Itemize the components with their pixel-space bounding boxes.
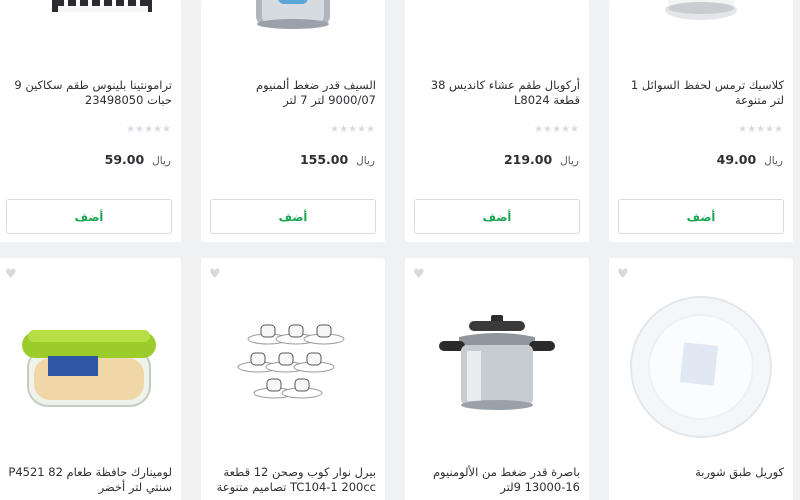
currency-label: ريال: [152, 155, 171, 167]
price-value: 155.00: [299, 152, 349, 167]
product-grid: كلاسيك ترمس لحفظ السوائل 1 لتر متنوعة ★★…: [0, 0, 800, 500]
product-title[interactable]: لومينارك حافظة طعام P4521 82 سنتي لتر أخ…: [6, 465, 172, 495]
product-price: ريال 49.00: [717, 152, 783, 167]
product-card[interactable]: ♥ كوريل طبق شوربة: [609, 258, 793, 500]
heart-icon[interactable]: ♥: [413, 268, 425, 281]
product-title[interactable]: السيف قدر ضغط ألمنيوم 9000/07 لتر 7 لتر: [210, 78, 376, 108]
price-value: 59.00: [104, 152, 145, 167]
product-title[interactable]: باصرة قدر ضغط من الألومنيوم 16-13000 9لت…: [414, 465, 580, 495]
product-price: ريال 59.00: [105, 152, 171, 167]
rating-stars: ★★★★★: [534, 124, 579, 135]
product-card[interactable]: ♥ باصرة قدر ضغط من الألومنيوم 16-13000 9…: [405, 258, 589, 500]
currency-label: ريال: [560, 155, 579, 167]
add-to-cart-button[interactable]: أضف: [210, 199, 376, 234]
add-to-cart-button[interactable]: أضف: [6, 199, 172, 234]
rating-stars: ★★★★★: [330, 124, 375, 135]
product-image[interactable]: [201, 282, 385, 452]
product-image[interactable]: [0, 0, 181, 30]
product-image[interactable]: [405, 282, 589, 452]
product-card[interactable]: ♥ بيرل نوار كوب وصحن 12 قطعة TC104-1 200…: [201, 258, 385, 500]
product-image[interactable]: [609, 0, 793, 30]
product-title[interactable]: كوريل طبق شوربة: [618, 465, 784, 480]
currency-label: ريال: [764, 155, 783, 167]
price-value: 49.00: [716, 152, 757, 167]
product-image[interactable]: [201, 0, 385, 30]
currency-label: ريال: [356, 155, 375, 167]
product-title[interactable]: ترامونتينا بلينوس طقم سكاكين 9 حبات 2349…: [6, 78, 172, 108]
product-image[interactable]: [609, 282, 793, 452]
add-to-cart-button[interactable]: أضف: [618, 199, 784, 234]
product-price: ريال 219.00: [504, 152, 579, 167]
add-to-cart-button[interactable]: أضف: [414, 199, 580, 234]
product-title[interactable]: أركوبال طقم عشاء كانديس 38 قطعة L8024: [414, 78, 580, 108]
rating-stars: ★★★★★: [738, 124, 783, 135]
rating-stars: ★★★★★: [126, 124, 171, 135]
heart-icon[interactable]: ♥: [5, 268, 17, 281]
product-card[interactable]: أركوبال طقم عشاء كانديس 38 قطعة L8024 ★★…: [405, 0, 589, 242]
price-value: 219.00: [503, 152, 553, 167]
product-card[interactable]: ♥ لومينارك حافظة طعام P4521 82 سنتي لتر …: [0, 258, 181, 500]
product-card[interactable]: كلاسيك ترمس لحفظ السوائل 1 لتر متنوعة ★★…: [609, 0, 793, 242]
product-card[interactable]: ترامونتينا بلينوس طقم سكاكين 9 حبات 2349…: [0, 0, 181, 242]
heart-icon[interactable]: ♥: [617, 268, 629, 281]
product-title[interactable]: بيرل نوار كوب وصحن 12 قطعة TC104-1 200cc…: [210, 465, 376, 495]
product-image[interactable]: [0, 282, 181, 452]
product-card[interactable]: السيف قدر ضغط ألمنيوم 9000/07 لتر 7 لتر …: [201, 0, 385, 242]
product-image[interactable]: [405, 0, 589, 30]
product-title[interactable]: كلاسيك ترمس لحفظ السوائل 1 لتر متنوعة: [618, 78, 784, 108]
product-price: ريال 155.00: [300, 152, 375, 167]
heart-icon[interactable]: ♥: [209, 268, 221, 281]
